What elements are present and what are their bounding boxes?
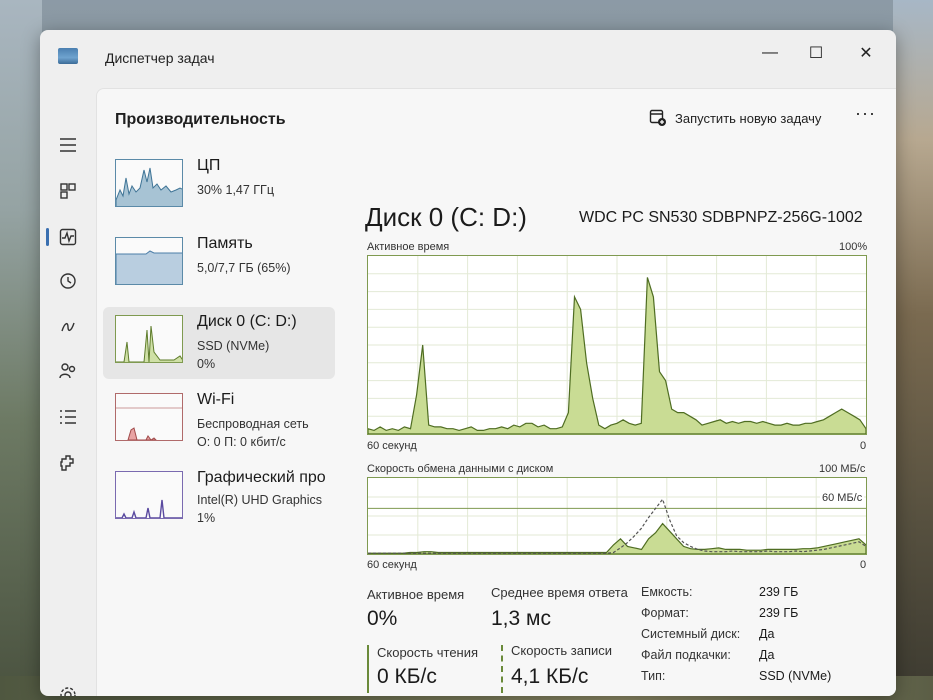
active-time-stat-value: 0%: [367, 607, 398, 630]
disk-thumbnail-graph: [115, 315, 183, 363]
transfer-rate-chart: [367, 478, 867, 555]
perf-item-detail: 5,0/7,7 ГБ (65%): [197, 261, 291, 275]
avg-response-label: Среднее время ответа: [491, 585, 628, 600]
page-title: Производительность: [115, 111, 286, 128]
write-speed-label: Скорость записи: [511, 643, 613, 658]
history-icon[interactable]: [50, 264, 86, 298]
active-time-stat-label: Активное время: [367, 587, 465, 602]
maximize-button[interactable]: ☐: [796, 40, 836, 66]
perf-item-rate: О: 0 П: 0 кбит/с: [197, 435, 286, 449]
active-time-graph-xright: 0: [860, 440, 867, 452]
perf-item-name: Wi-Fi: [197, 391, 235, 408]
info-key-format: Формат:: [641, 606, 689, 620]
perf-item-gpu[interactable]: Графический про Intel(R) UHD Graphics 1%: [103, 463, 335, 535]
active-time-graph-max: 100%: [839, 241, 868, 253]
users-icon[interactable]: [50, 354, 86, 388]
hamburger-icon[interactable]: [50, 128, 86, 162]
info-value-format: 239 ГБ: [759, 606, 799, 620]
info-key-pagefile: Файл подкачки:: [641, 648, 731, 662]
settings-icon[interactable]: [50, 678, 86, 696]
perf-item-name: Память: [197, 235, 253, 252]
perf-item-name: ЦП: [197, 157, 221, 174]
perf-item-name: Диск 0 (C: D:): [197, 313, 297, 330]
desktop-background-left: [0, 0, 42, 700]
perf-item-cpu[interactable]: ЦП 30% 1,47 ГГц: [103, 151, 335, 223]
minimize-button[interactable]: —: [750, 40, 790, 66]
performance-panel: Производительность Запустить новую задач…: [96, 88, 896, 696]
details-icon[interactable]: [50, 400, 86, 434]
info-value-capacity: 239 ГБ: [759, 585, 799, 599]
write-speed-value: 4,1 КБ/с: [511, 665, 589, 688]
avg-response-value: 1,3 мс: [491, 607, 551, 630]
info-value-pagefile: Да: [759, 648, 775, 662]
info-key-type: Тип:: [641, 669, 666, 683]
close-button[interactable]: ✕: [846, 40, 886, 66]
task-manager-app-icon: [58, 48, 78, 64]
navigation-rail: [40, 88, 96, 696]
info-value-system-disk: Да: [759, 627, 775, 641]
perf-item-usage: 1%: [197, 511, 216, 525]
title-bar[interactable]: Диспетчер задач — ☐ ✕: [40, 30, 896, 88]
app-title: Диспетчер задач: [105, 50, 215, 66]
transfer-graph-midline-label: 60 МБ/с: [820, 492, 865, 504]
read-speed-value: 0 КБ/с: [377, 665, 437, 688]
perf-item-detail: 30% 1,47 ГГц: [197, 183, 274, 197]
gpu-thumbnail-graph: [115, 471, 183, 519]
processes-icon[interactable]: [50, 174, 86, 208]
desktop-background-right: [893, 0, 933, 700]
info-key-system-disk: Системный диск:: [641, 627, 741, 641]
perf-item-detail: SSD (NVMe): [197, 339, 270, 353]
active-time-graph-label: Активное время: [367, 241, 450, 253]
memory-thumbnail-graph: [115, 237, 183, 285]
perf-item-detail: Intel(R) UHD Graphics: [197, 493, 323, 507]
active-time-graph: [367, 255, 867, 435]
wifi-thumbnail-graph: [115, 393, 183, 441]
task-manager-window: Диспетчер задач — ☐ ✕ Производительность…: [40, 30, 896, 696]
perf-item-name: Графический про: [197, 469, 326, 486]
transfer-graph-label: Скорость обмена данными с диском: [367, 463, 554, 475]
transfer-graph-max: 100 МБ/с: [819, 463, 866, 475]
disk-title: Диск 0 (C: D:): [365, 202, 527, 232]
disk-model: WDC PC SN530 SDBPNPZ-256G-1002: [579, 209, 863, 226]
transfer-graph-xright: 0: [860, 559, 867, 571]
services-icon[interactable]: [50, 446, 86, 480]
active-time-graph-xleft: 60 секунд: [367, 440, 417, 452]
perf-item-memory[interactable]: Память 5,0/7,7 ГБ (65%): [103, 229, 335, 301]
read-speed-label: Скорость чтения: [377, 645, 479, 660]
perf-item-disk-0[interactable]: Диск 0 (C: D:) SSD (NVMe) 0%: [103, 307, 335, 379]
perf-item-detail: Беспроводная сеть: [197, 417, 309, 431]
startup-icon[interactable]: [50, 310, 86, 344]
cpu-thumbnail-graph: [115, 159, 183, 207]
transfer-rate-graph: 60 МБ/с: [367, 477, 867, 555]
perf-item-wifi[interactable]: Wi-Fi Беспроводная сеть О: 0 П: 0 кбит/с: [103, 385, 335, 457]
info-key-capacity: Емкость:: [641, 585, 693, 599]
disk-detail: Диск 0 (C: D:) WDC PC SN530 SDBPNPZ-256G…: [359, 89, 896, 696]
transfer-graph-xleft: 60 секунд: [367, 559, 417, 571]
info-value-type: SSD (NVMe): [759, 669, 832, 683]
active-time-chart: [367, 256, 867, 435]
performance-icon[interactable]: [46, 220, 86, 254]
write-speed-indicator: [501, 645, 503, 693]
read-speed-indicator: [367, 645, 369, 693]
perf-item-usage: 0%: [197, 357, 216, 371]
